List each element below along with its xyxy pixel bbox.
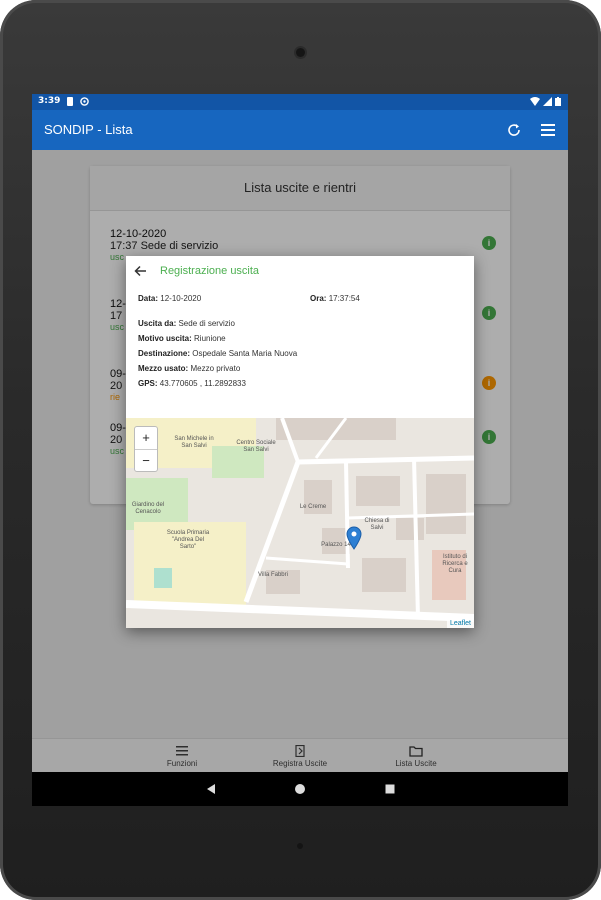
map-label: Villa Fabbri [258,572,288,578]
map-label: Istituto di Ricerca e Cura [442,554,468,574]
gps-label: GPS: [138,379,158,388]
gps-value: 43.770605 , 11.2892833 [159,379,246,388]
motivo-value: Riunione [194,334,226,343]
device-screen: 3:39 SONDIP - Lista Lista uscite e rient… [32,94,568,806]
menu-icon[interactable] [540,123,556,137]
zoom-out-button[interactable]: − [135,450,157,472]
sync-icon [80,97,89,106]
data-label: Data: [138,294,159,303]
app-title: SONDIP - Lista [44,122,133,137]
map-label: Scuola Primaria "Andrea Del Sarto" [166,530,210,550]
map-label: Centro Sociale San Salvi [236,440,276,453]
destinazione-value: Ospedale Santa Maria Nuova [192,349,298,358]
uscita-label: Uscita da: [138,319,177,328]
dialog-details: Data: 12-10-2020 Ora: 17:37:54 Uscita da… [138,294,464,394]
map-label: San Michele in San Salvi [174,436,214,449]
map-label: Giardino del Cenacolo [131,502,165,515]
destinazione-label: Destinazione: [138,349,191,358]
signal-icon [543,97,552,106]
battery-icon [555,97,561,106]
back-arrow-icon[interactable] [134,264,148,278]
mezzo-label: Mezzo usato: [138,364,189,373]
location-pin-icon[interactable] [346,526,362,550]
zoom-in-button[interactable]: + [135,427,157,450]
map-attribution[interactable]: Leaflet [446,619,474,628]
recents-square-icon[interactable] [384,783,396,795]
ora-label: Ora: [310,294,327,303]
wifi-icon [530,97,540,106]
mezzo-value: Mezzo privato [190,364,241,373]
status-bar: 3:39 [32,94,568,110]
location-map[interactable]: San Michele in San Salvi Centro Sociale … [126,418,474,628]
zoom-control: + − [134,426,158,472]
front-camera [296,48,305,57]
ora-value: 17:37:54 [328,294,360,303]
home-circle-icon[interactable] [294,783,306,795]
map-label: Chiesa di Salvi [364,518,390,531]
uscita-value: Sede di servizio [178,319,235,328]
tablet-frame: 3:39 SONDIP - Lista Lista uscite e rient… [0,0,601,900]
system-navigation-bar [32,772,568,806]
app-bar: SONDIP - Lista [32,110,568,150]
back-triangle-icon[interactable] [205,783,217,795]
sim-icon [67,97,73,106]
motivo-label: Motivo uscita: [138,334,192,343]
registrazione-dialog: Registrazione uscita Data: 12-10-2020 Or… [126,256,474,628]
refresh-icon[interactable] [506,122,522,138]
dialog-header: Registrazione uscita [126,256,474,286]
dialog-title: Registrazione uscita [160,265,260,277]
data-value: 12-10-2020 [160,294,202,303]
bottom-sensor [297,843,303,849]
map-label: Le Creme [299,504,327,510]
status-time: 3:39 [38,96,61,106]
